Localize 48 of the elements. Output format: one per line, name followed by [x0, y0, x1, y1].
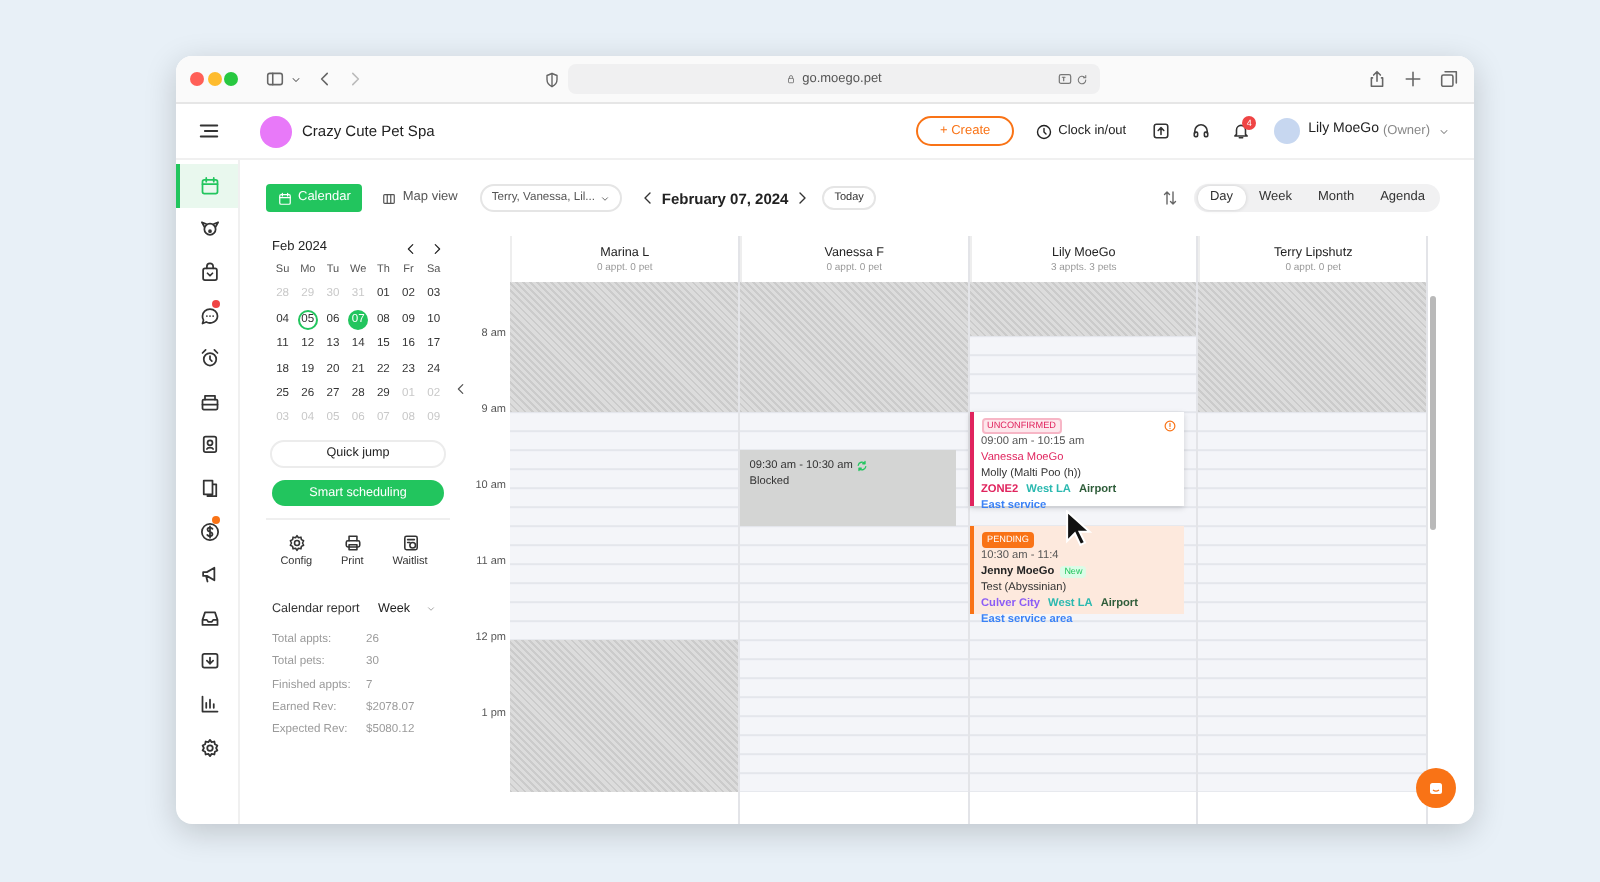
- share-icon[interactable]: [1368, 70, 1386, 88]
- alarm-clock-icon: [199, 348, 219, 369]
- documents-icon: [199, 477, 219, 498]
- collapse-icon[interactable]: [454, 382, 468, 396]
- sort-icon[interactable]: [1162, 190, 1179, 206]
- menu-icon[interactable]: [197, 120, 219, 142]
- notification-bell-icon[interactable]: [1232, 122, 1251, 140]
- logo-icon: [260, 115, 292, 147]
- translate-icon[interactable]: [1058, 72, 1072, 86]
- back-icon[interactable]: [315, 70, 333, 88]
- calendar-icon: [278, 191, 292, 205]
- scrollbar-thumb[interactable]: [1430, 296, 1436, 530]
- dog-icon: [199, 218, 219, 239]
- settings-icon: [287, 534, 306, 553]
- clipboard-icon: [401, 534, 419, 553]
- tray-icon: [199, 607, 219, 628]
- tabs-overview-icon[interactable]: [1440, 70, 1458, 88]
- mouse-cursor-icon: [1064, 510, 1092, 552]
- upload-icon[interactable]: [1152, 122, 1171, 140]
- headset-icon[interactable]: [1192, 122, 1211, 140]
- dollar-icon: [199, 521, 219, 542]
- settings-icon: [199, 737, 219, 758]
- bag-icon: [199, 261, 219, 282]
- staff-column[interactable]: [969, 282, 1197, 792]
- chevron-down-icon[interactable]: [289, 73, 301, 85]
- window-close-button[interactable]: [190, 72, 204, 86]
- download-icon: [199, 650, 219, 671]
- id-badge-icon: [199, 434, 219, 455]
- new-tab-icon[interactable]: [1404, 70, 1422, 88]
- chat-icon: [1428, 779, 1444, 797]
- map-icon: [382, 191, 397, 205]
- next-day-icon[interactable]: [794, 190, 811, 206]
- bar-chart-icon: [199, 693, 219, 714]
- caret-icon: [599, 193, 610, 203]
- printer-icon: [343, 534, 362, 553]
- previous-day-icon[interactable]: [639, 190, 656, 206]
- reload-icon[interactable]: [1076, 73, 1088, 85]
- chat-icon: [199, 305, 219, 326]
- lock-icon: [786, 74, 797, 84]
- caret-icon: [425, 604, 436, 615]
- previous-month-icon[interactable]: [404, 241, 418, 255]
- shield-icon[interactable]: [544, 71, 560, 87]
- megaphone-icon: [199, 564, 219, 585]
- calendar-icon: [199, 175, 219, 196]
- register-icon: [199, 391, 219, 412]
- clock-icon: [1036, 123, 1053, 139]
- sidebar-icon[interactable]: [265, 70, 283, 88]
- next-month-icon[interactable]: [430, 241, 444, 255]
